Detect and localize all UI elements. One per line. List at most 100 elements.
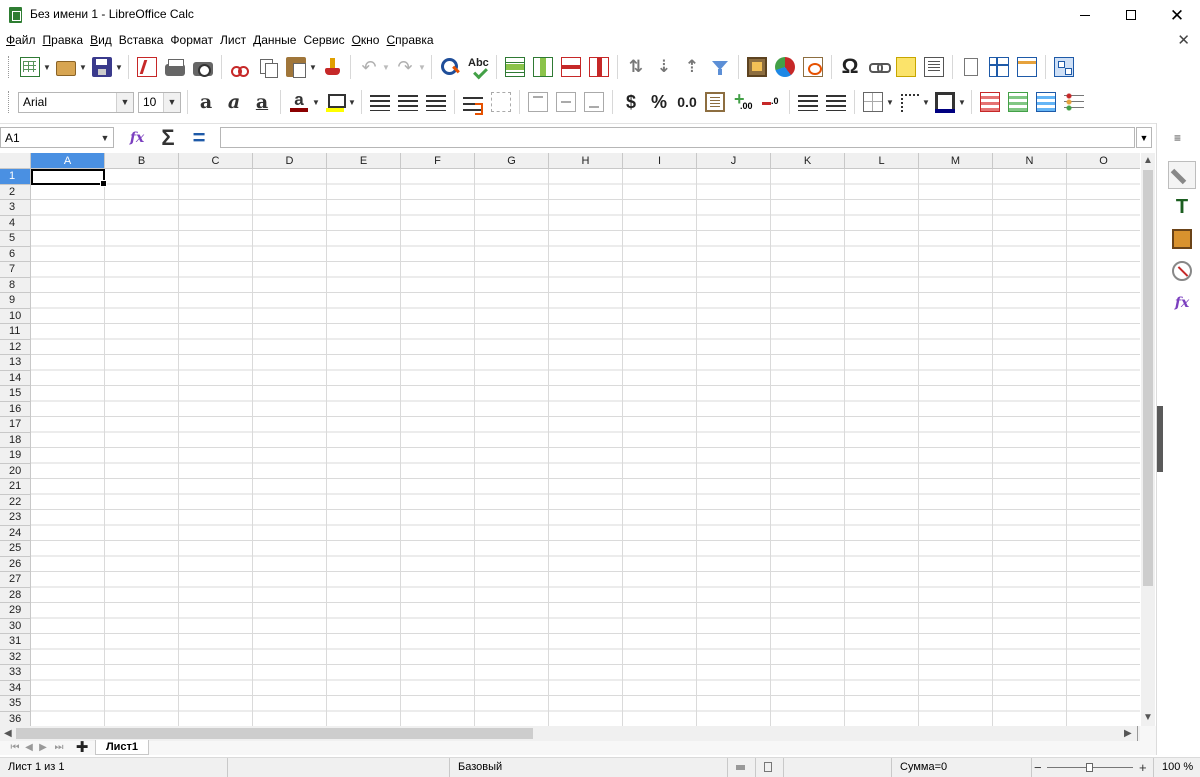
- underline-button[interactable]: a: [248, 88, 276, 116]
- row-header-23[interactable]: 23: [0, 510, 31, 526]
- vertical-scrollbar[interactable]: ▲ ▼: [1141, 153, 1155, 726]
- next-sheet-icon[interactable]: ▶: [36, 742, 50, 754]
- row-header-3[interactable]: 3: [0, 200, 31, 216]
- define-print-area-button[interactable]: [957, 53, 985, 81]
- row-header-19[interactable]: 19: [0, 448, 31, 464]
- find-replace-button[interactable]: [436, 53, 464, 81]
- row-header-10[interactable]: 10: [0, 308, 31, 324]
- paste-button[interactable]: [282, 53, 310, 81]
- split-window-button[interactable]: [1013, 53, 1041, 81]
- horizontal-scrollbar[interactable]: ◀ ▶: [0, 726, 1140, 741]
- menu-help[interactable]: Справка: [384, 30, 438, 50]
- selection-mode-field[interactable]: [784, 758, 892, 777]
- row-header-36[interactable]: 36: [0, 711, 31, 726]
- page-style[interactable]: Базовый: [450, 758, 728, 777]
- column-header-g[interactable]: G: [475, 153, 549, 169]
- row-header-11[interactable]: 11: [0, 324, 31, 340]
- menu-insert[interactable]: Вставка: [117, 30, 169, 50]
- expand-formula-bar-button[interactable]: ▼: [1136, 127, 1152, 148]
- insert-mode-field[interactable]: [728, 758, 756, 777]
- row-header-24[interactable]: 24: [0, 525, 31, 541]
- insert-column-button[interactable]: [529, 53, 557, 81]
- row-header-9[interactable]: 9: [0, 293, 31, 309]
- bold-button[interactable]: a: [192, 88, 220, 116]
- italic-button[interactable]: a: [220, 88, 248, 116]
- close-document-icon[interactable]: ✕: [1177, 31, 1190, 49]
- print-button[interactable]: [161, 53, 189, 81]
- menu-edit[interactable]: Правка: [41, 30, 89, 50]
- menu-data[interactable]: Данные: [251, 30, 301, 50]
- scroll-left-icon[interactable]: ◀: [4, 726, 12, 741]
- row-header-13[interactable]: 13: [0, 355, 31, 371]
- previous-sheet-icon[interactable]: ◀: [22, 742, 36, 754]
- menu-format[interactable]: Формат: [168, 30, 218, 50]
- column-header-a[interactable]: A: [31, 153, 105, 169]
- show-draw-functions-button[interactable]: [1050, 53, 1078, 81]
- freeze-rows-columns-button[interactable]: [985, 53, 1013, 81]
- sheet-tab[interactable]: Лист1: [95, 740, 149, 755]
- border-color-button[interactable]: [931, 88, 959, 116]
- percent-format-button[interactable]: %: [645, 88, 673, 116]
- chevron-down-icon[interactable]: ▼: [116, 92, 133, 112]
- close-window-button[interactable]: ✕: [1154, 0, 1200, 30]
- document-modified-field[interactable]: [756, 758, 784, 777]
- save-button[interactable]: [88, 53, 116, 81]
- open-button[interactable]: [52, 53, 80, 81]
- row-header-16[interactable]: 16: [0, 401, 31, 417]
- function-wizard-button[interactable]: fx: [124, 127, 150, 149]
- toolbar-grip[interactable]: [8, 91, 12, 113]
- toolbar-grip[interactable]: [8, 56, 12, 78]
- column-header-o[interactable]: O: [1067, 153, 1140, 169]
- row-header-17[interactable]: 17: [0, 417, 31, 433]
- select-all-corner[interactable]: [0, 153, 31, 169]
- name-box[interactable]: A1 ▼: [0, 127, 114, 148]
- wrap-text-button[interactable]: [459, 88, 487, 116]
- sort-descending-button[interactable]: ⇡: [678, 53, 706, 81]
- number-format-button[interactable]: 0.0: [673, 88, 701, 116]
- menu-sheet[interactable]: Лист: [218, 30, 251, 50]
- align-right-button[interactable]: [422, 88, 450, 116]
- sidebar-menu-icon[interactable]: ≡: [1174, 131, 1181, 145]
- column-header-c[interactable]: C: [179, 153, 253, 169]
- vertical-scroll-thumb[interactable]: [1143, 170, 1153, 586]
- row-header-34[interactable]: 34: [0, 680, 31, 696]
- column-header-f[interactable]: F: [401, 153, 475, 169]
- scrollbar-resize-grip[interactable]: [1137, 726, 1140, 741]
- row-header-29[interactable]: 29: [0, 603, 31, 619]
- comment-button[interactable]: [892, 53, 920, 81]
- horizontal-scroll-thumb[interactable]: [16, 728, 533, 739]
- row-header-15[interactable]: 15: [0, 386, 31, 402]
- new-button[interactable]: [16, 53, 44, 81]
- scroll-up-icon[interactable]: ▲: [1141, 153, 1155, 169]
- sum-field[interactable]: Сумма=0: [892, 758, 1032, 777]
- copy-button[interactable]: [254, 53, 282, 81]
- column-header-h[interactable]: H: [549, 153, 623, 169]
- add-sheet-button[interactable]: ✚: [74, 740, 90, 755]
- data-bar-button[interactable]: [1032, 88, 1060, 116]
- sidebar-styles-button[interactable]: T: [1168, 193, 1196, 221]
- insert-image-button[interactable]: [743, 53, 771, 81]
- row-header-18[interactable]: 18: [0, 432, 31, 448]
- row-header-27[interactable]: 27: [0, 572, 31, 588]
- spelling-button[interactable]: Abc: [464, 53, 492, 81]
- last-sheet-icon[interactable]: ⏭: [52, 742, 66, 754]
- special-character-button[interactable]: Ω: [836, 53, 864, 81]
- font-name-combo[interactable]: Arial ▼: [18, 91, 134, 113]
- sheet-position[interactable]: Лист 1 из 1: [0, 758, 228, 777]
- pivot-table-button[interactable]: [799, 53, 827, 81]
- row-header-33[interactable]: 33: [0, 665, 31, 681]
- sidebar-properties-button[interactable]: [1168, 161, 1196, 189]
- column-header-j[interactable]: J: [697, 153, 771, 169]
- align-center-button[interactable]: [394, 88, 422, 116]
- row-header-6[interactable]: 6: [0, 246, 31, 262]
- minimize-button[interactable]: [1062, 0, 1108, 30]
- undo-button[interactable]: ↶: [355, 53, 383, 81]
- sidebar-collapse-handle[interactable]: [1157, 406, 1163, 472]
- hyperlink-button[interactable]: [864, 53, 892, 81]
- border-style-button[interactable]: [895, 88, 923, 116]
- zoom-slider-knob[interactable]: [1086, 763, 1093, 772]
- center-vertically-button[interactable]: [552, 88, 580, 116]
- row-header-8[interactable]: 8: [0, 277, 31, 293]
- menu-file[interactable]: Файл: [4, 30, 41, 50]
- row-header-26[interactable]: 26: [0, 556, 31, 572]
